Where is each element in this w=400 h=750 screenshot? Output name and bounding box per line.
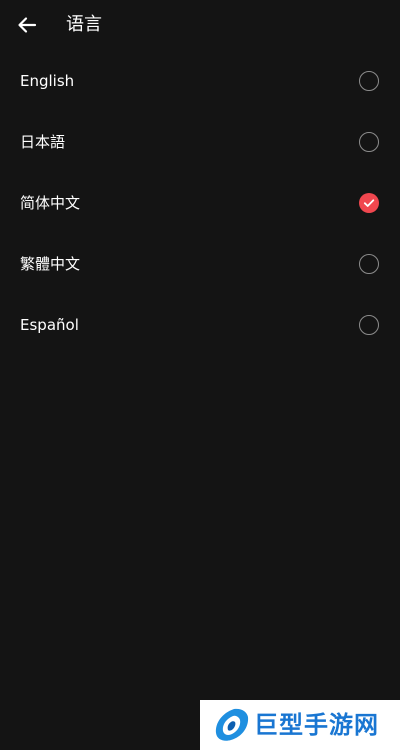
language-label: 繁體中文	[20, 255, 81, 273]
language-option-traditional-chinese[interactable]: 繁體中文	[0, 234, 400, 295]
arrow-left-icon	[18, 17, 37, 33]
language-label: English	[20, 72, 75, 90]
language-label: Español	[20, 316, 79, 334]
language-label: 简体中文	[20, 194, 81, 212]
radio-empty-icon[interactable]	[359, 132, 379, 152]
radio-empty-icon[interactable]	[359, 315, 379, 335]
top-app-bar: 语言	[0, 0, 400, 50]
page-title: 语言	[66, 14, 102, 35]
site-logo-icon	[215, 708, 249, 741]
back-button[interactable]	[12, 10, 42, 40]
language-option-spanish[interactable]: Español	[0, 295, 400, 356]
check-circle-icon[interactable]	[359, 193, 379, 213]
watermark-text: 巨型手游网	[254, 711, 379, 739]
language-option-simplified-chinese[interactable]: 简体中文	[0, 173, 400, 234]
radio-empty-icon[interactable]	[359, 71, 379, 91]
language-option-english[interactable]: English	[0, 51, 400, 112]
watermark-badge: 巨型手游网	[200, 700, 400, 750]
language-settings-screen: 语言 English 日本語 简体中文 繁體中文 Español 巨型手游网	[0, 0, 400, 750]
language-label: 日本語	[20, 133, 66, 151]
radio-empty-icon[interactable]	[359, 254, 379, 274]
language-option-japanese[interactable]: 日本語	[0, 112, 400, 173]
language-list: English 日本語 简体中文 繁體中文 Español	[0, 51, 400, 356]
